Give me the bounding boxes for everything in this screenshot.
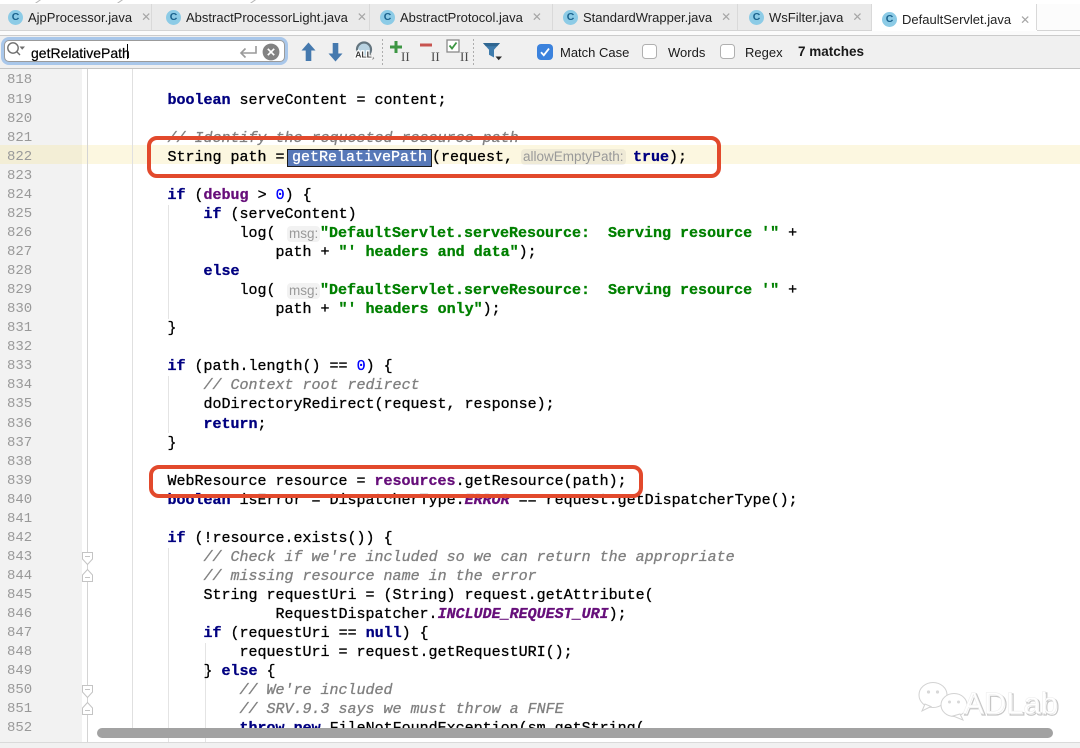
svg-text:II: II [460, 49, 469, 64]
svg-text:II: II [401, 49, 410, 64]
svg-text:ADLab: ADLab [963, 686, 1058, 721]
svg-text:ALL: ALL [355, 50, 372, 60]
svg-text:II: II [431, 49, 440, 64]
